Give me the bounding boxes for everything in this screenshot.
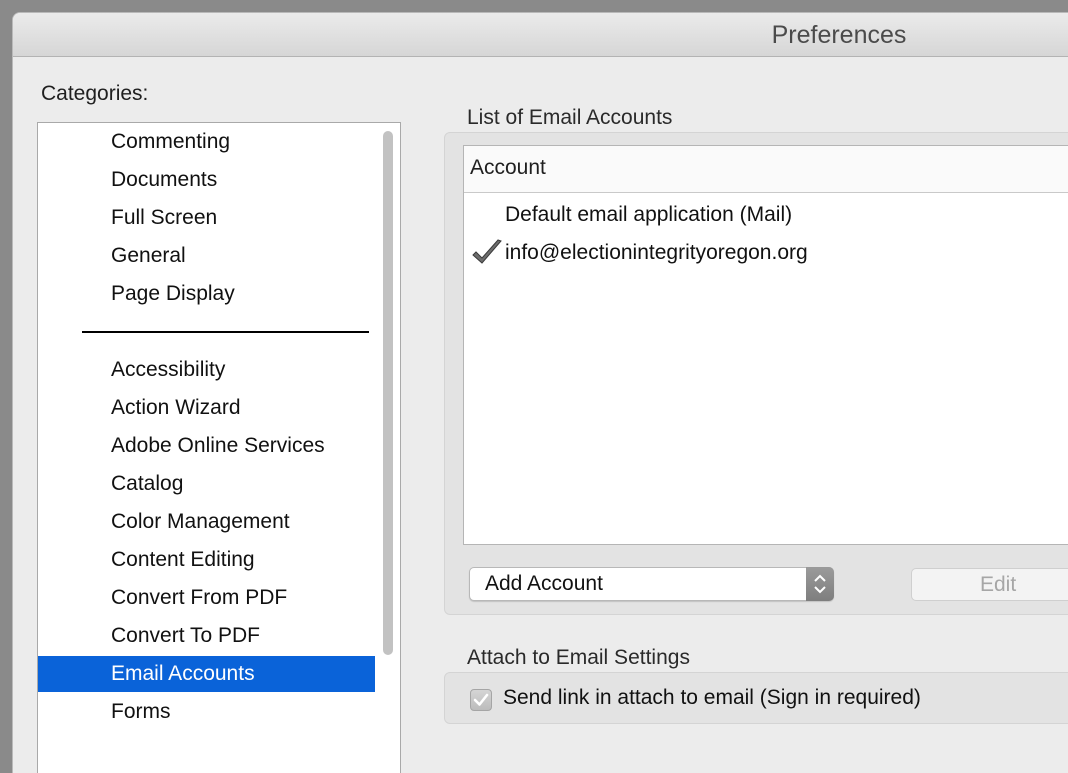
category-item-catalog[interactable]: Catalog: [38, 466, 375, 502]
edit-button[interactable]: Edit: [911, 568, 1068, 601]
account-row-label: Default email application (Mail): [505, 203, 793, 226]
category-item-convert-from-pdf[interactable]: Convert From PDF: [38, 580, 375, 616]
categories-label: Categories:: [41, 82, 149, 105]
category-item-commenting[interactable]: Commenting: [38, 124, 375, 160]
checkmark-icon: [472, 239, 502, 264]
accounts-table[interactable]: Account Default email application (Mail)…: [463, 145, 1068, 545]
table-header[interactable]: Account: [464, 146, 1068, 193]
account-row-label: info@electionintegrityoregon.org: [505, 241, 808, 264]
category-item-convert-to-pdf[interactable]: Convert To PDF: [38, 618, 375, 654]
category-item-accessibility[interactable]: Accessibility: [38, 352, 375, 388]
category-item-action-wizard[interactable]: Action Wizard: [38, 390, 375, 426]
attach-settings-section-title: Attach to Email Settings: [467, 646, 690, 669]
account-row[interactable]: Default email application (Mail): [464, 197, 1068, 235]
send-link-label[interactable]: Send link in attach to email (Sign in re…: [503, 686, 921, 710]
account-row[interactable]: info@electionintegrityoregon.org: [464, 235, 1068, 273]
category-item-documents[interactable]: Documents: [38, 162, 375, 198]
category-item-color-management[interactable]: Color Management: [38, 504, 375, 540]
category-item-adobe-online-services[interactable]: Adobe Online Services: [38, 428, 375, 464]
category-item-email-accounts[interactable]: Email Accounts: [38, 656, 375, 692]
preferences-window: Preferences Categories: Commenting Docum…: [12, 12, 1068, 773]
category-item-page-display[interactable]: Page Display: [38, 276, 375, 312]
send-link-checkbox[interactable]: [470, 689, 492, 711]
category-item-full-screen[interactable]: Full Screen: [38, 200, 375, 236]
category-item-forms[interactable]: Forms: [38, 694, 375, 730]
add-account-label: Add Account: [485, 572, 603, 595]
column-header-account[interactable]: Account: [470, 156, 546, 180]
add-account-popup-button[interactable]: Add Account: [469, 567, 834, 601]
edit-button-label: Edit: [980, 573, 1017, 596]
title-bar[interactable]: Preferences: [13, 13, 1068, 57]
category-item-content-editing[interactable]: Content Editing: [38, 542, 375, 578]
category-separator: [82, 331, 369, 333]
window-title: Preferences: [771, 21, 907, 49]
category-scrollbar[interactable]: [383, 131, 393, 655]
email-accounts-section-title: List of Email Accounts: [467, 106, 673, 129]
checkbox-checkmark-icon: [473, 693, 489, 706]
up-down-chevron-icon: [806, 567, 834, 601]
category-list[interactable]: Commenting Documents Full Screen General…: [37, 122, 401, 773]
category-item-general[interactable]: General: [38, 238, 375, 274]
